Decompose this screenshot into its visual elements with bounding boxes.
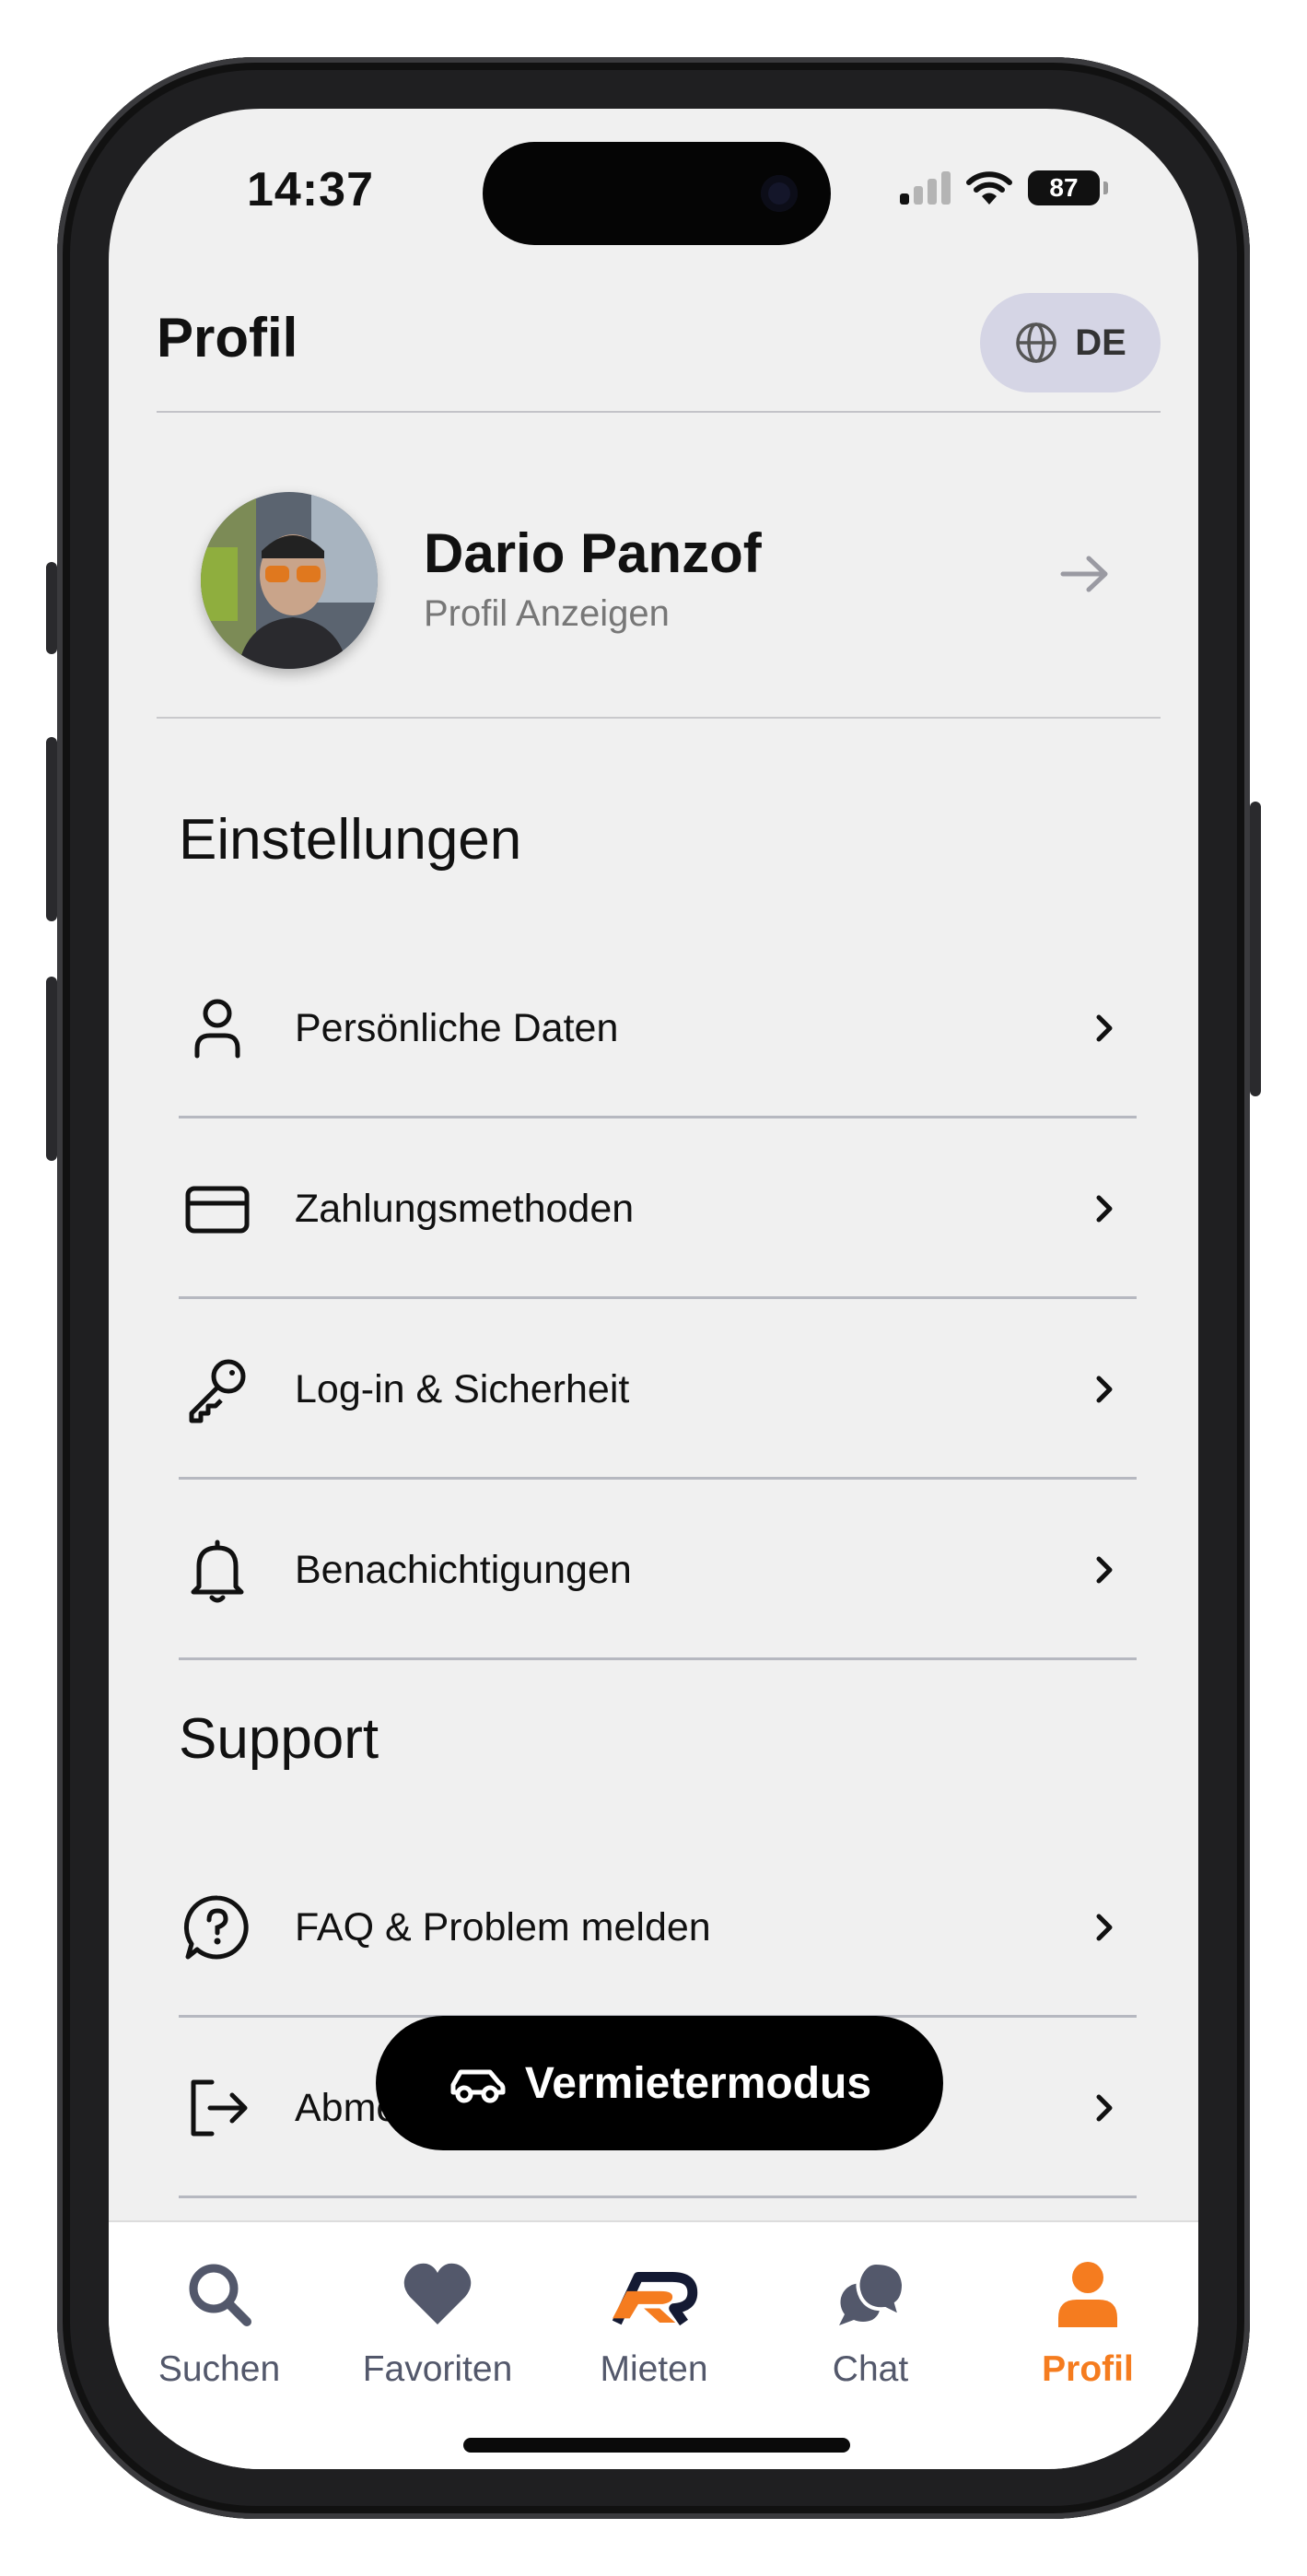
settings-row-payment-methods[interactable]: Zahlungsmethoden bbox=[179, 1118, 1137, 1299]
heart-icon bbox=[403, 2263, 472, 2324]
globe-icon bbox=[1016, 322, 1056, 363]
status-time: 14:37 bbox=[247, 163, 374, 217]
settings-row-login-security[interactable]: Log-in & Sicherheit bbox=[179, 1299, 1137, 1480]
action-button bbox=[46, 562, 57, 654]
brand-logo-icon bbox=[612, 2272, 698, 2326]
page-title: Profil bbox=[157, 307, 298, 369]
battery-level: 87 bbox=[1049, 173, 1079, 202]
chevron-right-icon bbox=[1096, 1195, 1113, 1223]
dynamic-island bbox=[483, 142, 831, 245]
settings-row-label: Persönliche Daten bbox=[295, 1006, 619, 1050]
tab-label: Favoriten bbox=[362, 2349, 513, 2389]
settings-row-label: Log-in & Sicherheit bbox=[295, 1367, 630, 1411]
profile-name: Dario Panzof bbox=[424, 522, 762, 584]
settings-section-title: Einstellungen bbox=[179, 808, 522, 872]
chat-icon bbox=[839, 2260, 906, 2325]
help-chat-icon bbox=[183, 1895, 249, 1960]
settings-row-label: Zahlungsmethoden bbox=[295, 1187, 635, 1231]
tab-label: Chat bbox=[832, 2349, 909, 2389]
battery-tip bbox=[1103, 181, 1108, 194]
bell-icon bbox=[191, 1540, 244, 1603]
wifi-icon bbox=[966, 171, 1012, 205]
car-icon bbox=[450, 2069, 506, 2103]
profile-icon bbox=[1058, 2262, 1117, 2327]
profile-card[interactable]: Dario Panzof Profil Anzeigen bbox=[157, 413, 1161, 719]
home-indicator[interactable] bbox=[463, 2438, 850, 2453]
tab-label: Profil bbox=[1042, 2349, 1134, 2389]
chevron-right-icon bbox=[1096, 1556, 1113, 1584]
settings-row-personal-data[interactable]: Persönliche Daten bbox=[179, 938, 1137, 1118]
bottom-tab-bar: Suchen Favoriten Mieten Chat Profil bbox=[109, 2220, 1198, 2469]
language-label: DE bbox=[1075, 322, 1126, 363]
key-icon bbox=[189, 1359, 246, 1423]
search-icon bbox=[189, 2264, 251, 2326]
chevron-right-icon bbox=[1096, 1914, 1113, 1941]
tab-profile[interactable]: Profil bbox=[996, 2250, 1180, 2397]
tab-favorites[interactable]: Favoriten bbox=[345, 2250, 530, 2397]
volume-down-button bbox=[46, 977, 57, 1161]
chevron-right-icon bbox=[1096, 2094, 1113, 2122]
settings-row-label: Benachichtigungen bbox=[295, 1548, 632, 1592]
profile-view-link[interactable]: Profil Anzeigen bbox=[424, 593, 670, 635]
status-bar: 14:37 87 bbox=[109, 109, 1198, 256]
support-section-title: Support bbox=[179, 1707, 379, 1771]
chevron-right-icon bbox=[1096, 1376, 1113, 1403]
tab-label: Mieten bbox=[600, 2349, 708, 2389]
tab-search[interactable]: Suchen bbox=[127, 2250, 311, 2397]
page-header: Profil DE bbox=[157, 273, 1161, 413]
tab-rent[interactable]: Mieten bbox=[562, 2250, 746, 2397]
logout-icon bbox=[191, 2079, 248, 2137]
battery-icon: 87 bbox=[1028, 170, 1100, 205]
status-icons: 87 bbox=[900, 170, 1108, 206]
landlord-mode-button[interactable]: Vermietermodus bbox=[376, 2016, 943, 2150]
avatar bbox=[201, 492, 378, 669]
settings-row-label: FAQ & Problem melden bbox=[295, 1905, 711, 1950]
tab-label: Suchen bbox=[158, 2349, 281, 2389]
app-screen: 14:37 87 Profil DE Dario Panzof Profil A… bbox=[109, 109, 1198, 2469]
support-row-faq[interactable]: FAQ & Problem melden bbox=[179, 1837, 1137, 2018]
tab-chat[interactable]: Chat bbox=[778, 2250, 963, 2397]
user-icon bbox=[194, 999, 240, 1059]
language-button[interactable]: DE bbox=[980, 293, 1161, 392]
volume-up-button bbox=[46, 737, 57, 921]
camera-icon bbox=[761, 175, 798, 212]
power-button bbox=[1250, 802, 1261, 1096]
arrow-right-icon[interactable] bbox=[1057, 551, 1113, 597]
landlord-mode-label: Vermietermodus bbox=[524, 2058, 872, 2108]
settings-row-notifications[interactable]: Benachichtigungen bbox=[179, 1480, 1137, 1660]
chevron-right-icon bbox=[1096, 1014, 1113, 1042]
cellular-signal-icon bbox=[900, 171, 951, 205]
credit-card-icon bbox=[185, 1186, 250, 1234]
